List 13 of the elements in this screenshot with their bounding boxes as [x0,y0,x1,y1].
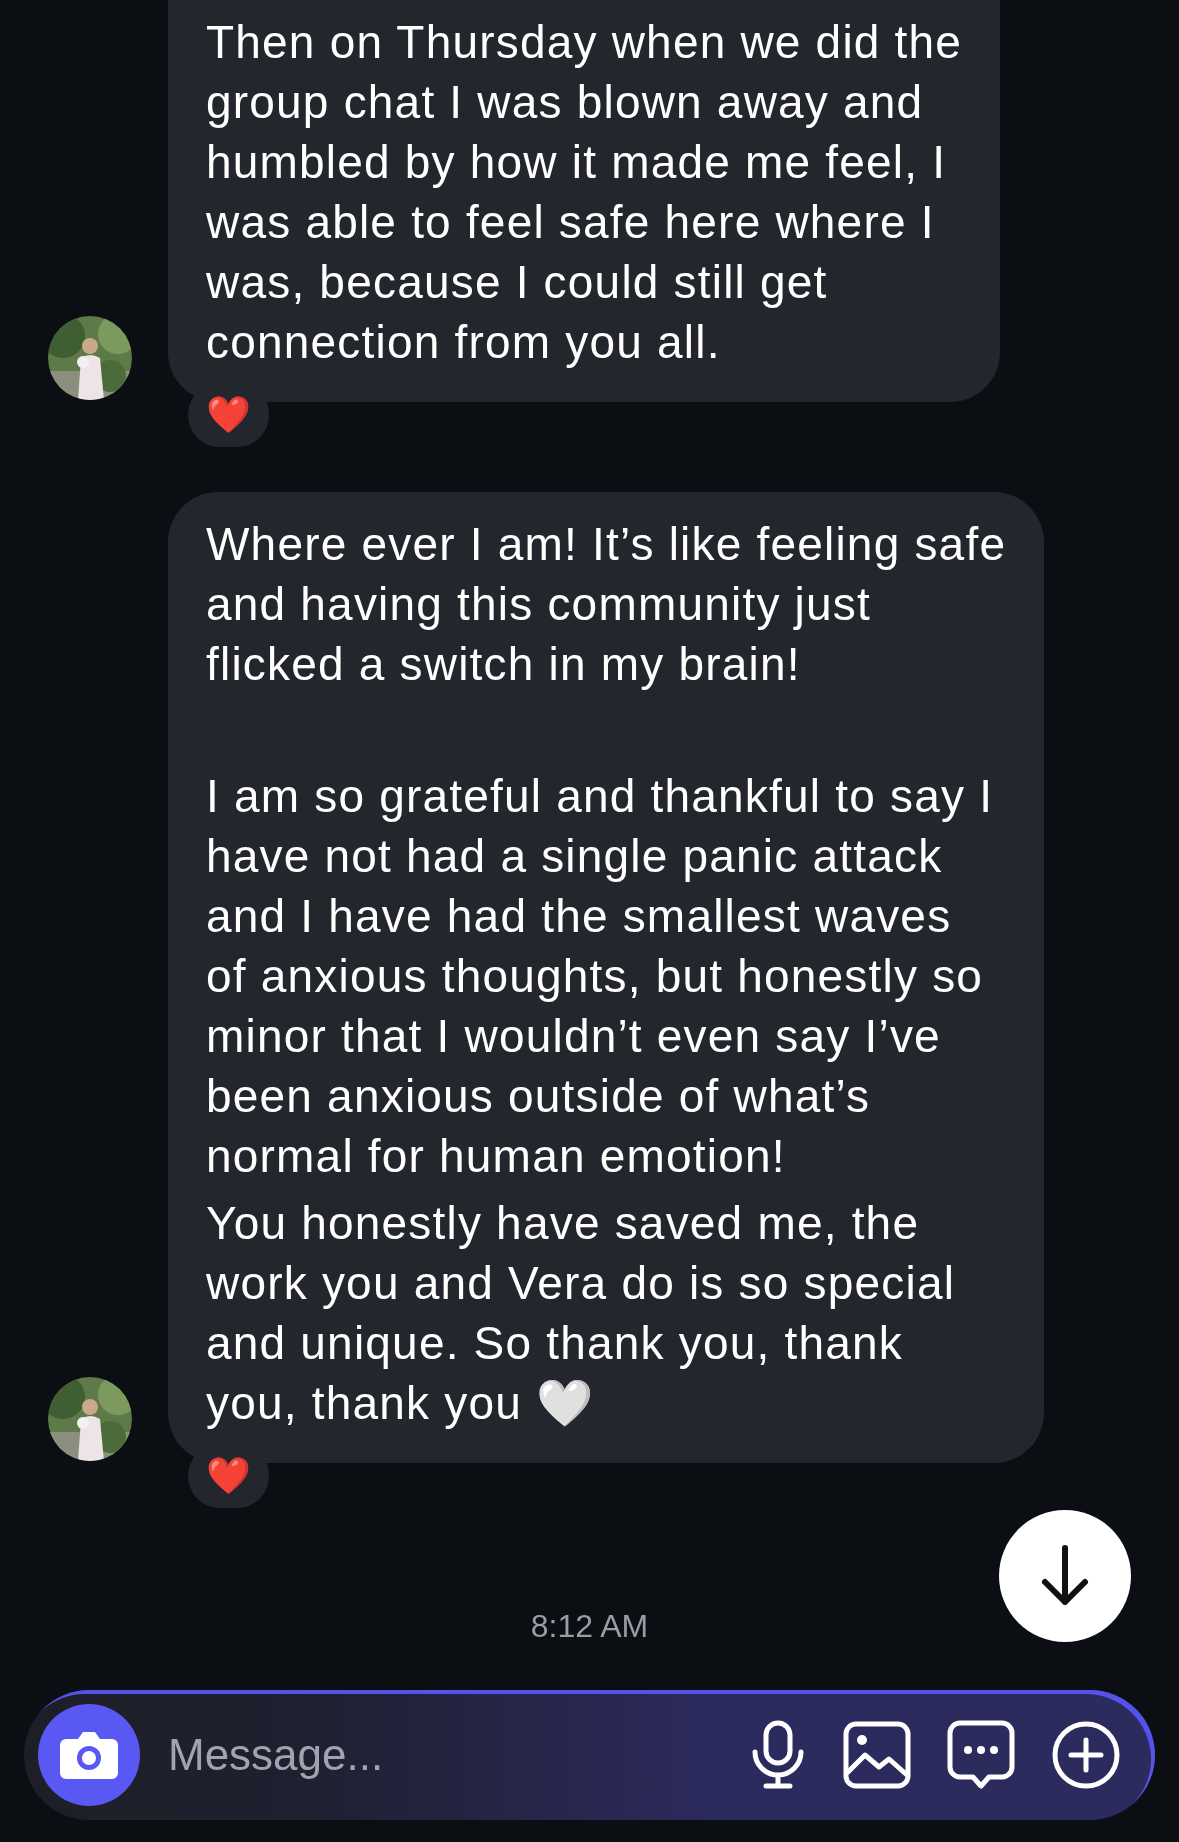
microphone-icon[interactable] [751,1720,805,1790]
message-field[interactable]: Message... [166,1719,751,1791]
camera-icon [60,1731,118,1779]
message-text: You honestly have saved me, the work you and Vera do is so special and unique. So thank you, thank you, thank you 🤍 [206,1196,957,1431]
image-icon[interactable] [843,1721,911,1789]
message-text: Then on Thursday when we did the group chat I was blown away and humbled by how it made me feel, I was able to feel safe here where I was, because I could still get connection from you all. [206,15,963,370]
message-text: I am so grateful and thankful to say I have not had a single panic attack and I have had the smallest waves of anxious thoughts, but honestly so minor that I wouldn’t even say I’ve been anxious outside of what’s normal for human emotion! [206,769,995,1184]
chat-icon[interactable] [947,1720,1015,1790]
message-bar[interactable]: Message... [24,1690,1155,1820]
add-icon[interactable] [1051,1720,1121,1790]
timestamp: 8:12 AM [530,1608,649,1645]
down-arrow-icon [1039,1544,1091,1608]
message-text: Where ever I am! It’s like feeling safe and having this community just flicked a switch in my brain! [206,517,1007,692]
